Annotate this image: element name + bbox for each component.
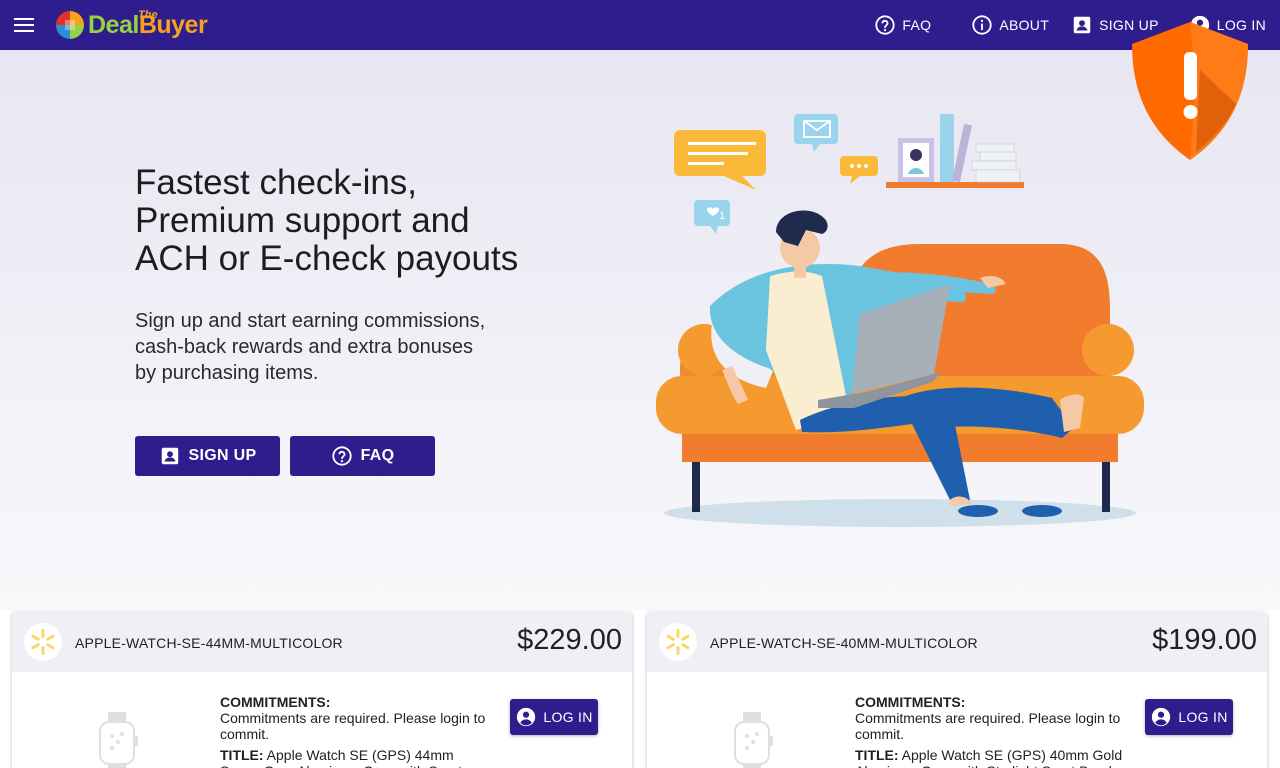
help-circle-icon bbox=[875, 15, 896, 35]
contact-card-icon bbox=[161, 447, 178, 465]
deal-card-header: APPLE-WATCH-SE-40MM-MULTICOLOR $199.00 bbox=[647, 612, 1267, 672]
account-circle-icon bbox=[1152, 707, 1171, 727]
nav-about-link[interactable]: ABOUT bbox=[971, 14, 1049, 36]
nav-faq-link[interactable]: FAQ bbox=[874, 14, 931, 36]
deal-info: COMMITMENTS: Commitments are required. P… bbox=[220, 694, 495, 768]
deal-card[interactable]: APPLE-WATCH-SE-40MM-MULTICOLOR $199.00 C… bbox=[647, 612, 1267, 768]
like-count: 1 bbox=[719, 210, 725, 222]
help-circle-icon bbox=[331, 446, 352, 466]
product-image bbox=[734, 712, 773, 768]
deal-info: COMMITMENTS: Commitments are required. P… bbox=[855, 694, 1130, 768]
hero-signup-button[interactable]: SIGN UP bbox=[135, 436, 280, 476]
deal-commitments: COMMITMENTS: Commitments are required. P… bbox=[855, 694, 1130, 742]
deal-price: $199.00 bbox=[1152, 624, 1257, 656]
nav-faq-label: FAQ bbox=[902, 17, 932, 33]
commitments-label: COMMITMENTS: bbox=[220, 694, 331, 710]
nav-about-label: ABOUT bbox=[999, 17, 1050, 33]
deal-title: TITLE: Apple Watch SE (GPS) 40mm Gold Al… bbox=[855, 747, 1130, 768]
hero-faq-button[interactable]: FAQ bbox=[290, 436, 435, 476]
deal-login-label: LOG IN bbox=[543, 709, 593, 725]
deal-login-label: LOG IN bbox=[1178, 709, 1228, 725]
title-label: TITLE: bbox=[855, 747, 899, 763]
hero-subtitle: Sign up and start earning commissions, c… bbox=[135, 308, 515, 386]
hero-title-line: Premium support and bbox=[135, 201, 470, 240]
hero-subtitle-line: cash-back rewards and extra bonuses bbox=[135, 336, 473, 358]
walmart-spark-icon bbox=[659, 623, 697, 661]
typing-bubble-icon bbox=[840, 156, 878, 184]
hamburger-menu-icon[interactable] bbox=[14, 15, 36, 35]
top-app-bar: The DealBuyer FAQ ABOUT SIGN UP LOG IN bbox=[0, 0, 1280, 50]
hero-subtitle-line: by purchasing items. bbox=[135, 362, 319, 384]
deal-login-button[interactable]: LOG IN bbox=[1145, 699, 1233, 735]
deal-price: $229.00 bbox=[517, 624, 622, 656]
walmart-spark-icon bbox=[24, 623, 62, 661]
info-circle-icon bbox=[972, 15, 992, 35]
title-label: TITLE: bbox=[220, 747, 264, 763]
logo-mark-icon bbox=[56, 11, 84, 39]
dealbuyer-logo[interactable]: The DealBuyer bbox=[54, 6, 208, 44]
logo-deal-text: Deal bbox=[88, 10, 139, 39]
hero-signup-label: SIGN UP bbox=[188, 447, 257, 464]
hero-illustration: 1 bbox=[656, 114, 1144, 527]
hero-faq-label: FAQ bbox=[360, 447, 395, 464]
chat-bubble-icon bbox=[674, 130, 766, 190]
deal-sku: APPLE-WATCH-SE-44MM-MULTICOLOR bbox=[75, 635, 343, 651]
hero-title-line: ACH or E-check payouts bbox=[135, 239, 519, 278]
commitments-text: Commitments are required. Please login t… bbox=[855, 710, 1121, 742]
logo-the-text: The bbox=[138, 8, 158, 21]
deal-card[interactable]: APPLE-WATCH-SE-44MM-MULTICOLOR $229.00 C… bbox=[12, 612, 632, 768]
deal-sku: APPLE-WATCH-SE-40MM-MULTICOLOR bbox=[710, 635, 978, 651]
account-circle-icon bbox=[517, 707, 536, 727]
hero-subtitle-line: Sign up and start earning commissions, bbox=[135, 310, 486, 332]
contact-card-icon bbox=[1073, 16, 1091, 34]
warning-shield-icon[interactable] bbox=[1126, 20, 1254, 164]
mail-bubble-icon bbox=[794, 114, 838, 152]
hero-title: Fastest check-ins, Premium support and A… bbox=[135, 164, 595, 278]
deal-card-header: APPLE-WATCH-SE-44MM-MULTICOLOR $229.00 bbox=[12, 612, 632, 672]
commitments-text: Commitments are required. Please login t… bbox=[220, 710, 486, 742]
product-image bbox=[99, 712, 138, 768]
deal-title: TITLE: Apple Watch SE (GPS) 44mm Space G… bbox=[220, 747, 495, 768]
like-bubble-icon: 1 bbox=[694, 200, 730, 234]
hero-section: Fastest check-ins, Premium support and A… bbox=[0, 50, 1280, 610]
commitments-label: COMMITMENTS: bbox=[855, 694, 966, 710]
logo-wordmark: The DealBuyer bbox=[88, 8, 208, 40]
deal-commitments: COMMITMENTS: Commitments are required. P… bbox=[220, 694, 495, 742]
hero-title-line: Fastest check-ins, bbox=[135, 163, 418, 202]
deal-login-button[interactable]: LOG IN bbox=[510, 699, 598, 735]
